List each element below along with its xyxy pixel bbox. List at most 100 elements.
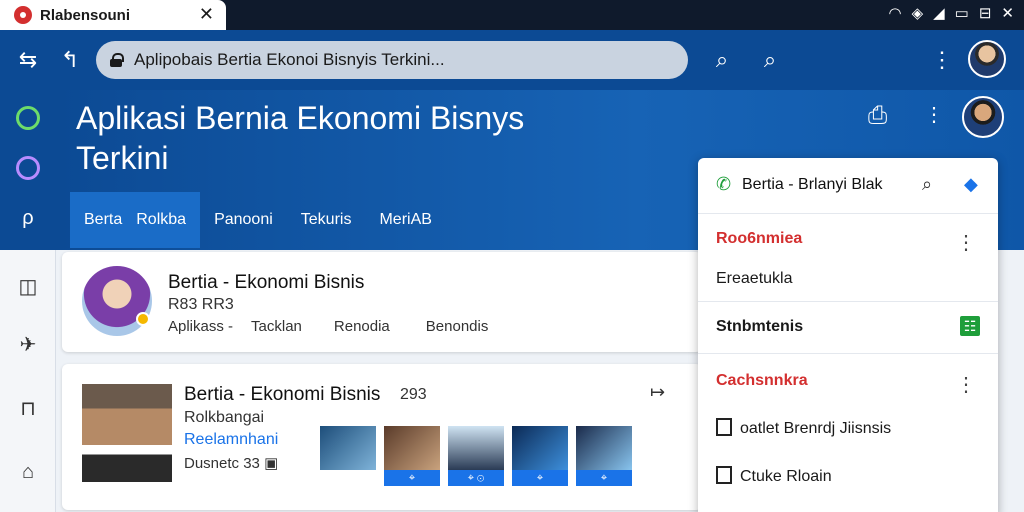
author-photo — [82, 384, 172, 482]
tab-meriab[interactable]: MeriAB — [365, 192, 445, 248]
profile-avatar[interactable] — [968, 40, 1006, 78]
tab-label: Tekuris — [300, 211, 352, 228]
meta-item[interactable]: Tacklan — [251, 318, 302, 335]
thumbnail[interactable]: ⌖ — [576, 426, 632, 486]
close-icon[interactable]: ✕ — [1001, 4, 1014, 22]
panel-row[interactable]: Cachsnnkra ⋮ oatlet Brenrdj Jiisnsis Ctu… — [698, 354, 998, 512]
thumbnail[interactable]: ⌖ ⊙ — [448, 426, 504, 486]
tab-strip: Rlabensouni ✕ ◠ ◈ ◢ ▭ ⊟ ✕ — [0, 0, 1024, 30]
news-card-2[interactable]: Bertia - Ekonomi Bisnis 293 ↦ Rolkbangai… — [62, 364, 702, 510]
share-icon[interactable]: ⎙ — [868, 102, 887, 130]
card-count: 293 — [400, 386, 427, 403]
tab-tekuris[interactable]: Tekuris — [287, 192, 366, 248]
signal-icon: ◢ — [933, 5, 945, 22]
tab-title: Rlabensouni — [40, 6, 131, 24]
thumbnail-image — [576, 426, 632, 470]
verified-badge-icon — [136, 312, 150, 326]
tab-label: Rolkba — [136, 211, 187, 228]
browser-toolbar: ⇆ ↰ Aplipobais Bertia Ekonoi Bisnyis Ter… — [0, 30, 1024, 90]
forward-arrow-icon[interactable]: ↦ — [650, 382, 665, 403]
tab-label: MeriAB — [379, 211, 432, 228]
thumbnail-strip: ⌖ ⌖ ⊙ ⌖ ⌖ — [320, 426, 632, 486]
home-icon[interactable]: ⌂ — [14, 458, 42, 486]
panel-row[interactable]: Stnbmtenis ☷ — [698, 302, 998, 354]
card-meta: Aplikass - Tacklan Renodia Benondis — [168, 318, 488, 335]
thumbnail-bar: ⌖ — [512, 470, 568, 486]
row-title: Stnbmtenis — [716, 318, 804, 335]
thumbnail-image — [448, 426, 504, 470]
thumbnail[interactable]: ⌖ — [512, 426, 568, 486]
row-item-label: oatlet Brenrdj Jiisnsis — [740, 420, 892, 437]
search-icon[interactable]: ⌕ — [706, 44, 738, 76]
wifi-icon: ◠ — [888, 5, 902, 22]
tab-label: Berta — [84, 211, 123, 228]
battery-icon: ▭ — [954, 5, 969, 22]
bag-icon[interactable]: ⊓ — [14, 394, 42, 422]
row-item[interactable]: oatlet Brenrdj Jiisnsis — [716, 418, 891, 438]
panel-row[interactable]: Roo6nmiea ⋮ Ereaetukla — [698, 214, 998, 302]
person-icon[interactable]: ◆ — [964, 174, 978, 195]
dropdown-panel: ✆ Bertia - Brlanyi Blak ⌕ ◆ Roo6nmiea ⋮ … — [698, 158, 998, 512]
thumbnail-image — [384, 426, 440, 470]
panel-header: ✆ Bertia - Brlanyi Blak ⌕ ◆ — [698, 158, 998, 214]
card-title: Bertia - Ekonomi Bisnis — [184, 384, 381, 405]
row-menu-icon[interactable]: ⋮ — [956, 230, 976, 255]
tab-panooni[interactable]: Panooni — [200, 192, 287, 248]
close-tab-icon[interactable]: ✕ — [199, 4, 214, 25]
lock-icon — [110, 53, 124, 67]
bookmark-icon — [716, 466, 732, 484]
thumbnail-bar: ⌖ ⊙ — [448, 470, 504, 486]
system-tray: ◠ ◈ ◢ ▭ ⊟ ✕ — [888, 4, 1014, 22]
clock-icon[interactable] — [14, 154, 42, 182]
left-rail-top: ρ — [0, 90, 56, 250]
user-avatar[interactable] — [962, 96, 1004, 138]
search-icon-2[interactable]: ⌕ — [754, 44, 786, 76]
thumbnail-image — [512, 426, 568, 470]
window-icon[interactable]: ⊟ — [979, 4, 992, 22]
page-title: Aplikasi Bernia Ekonomi Bisnys Terkini — [76, 100, 525, 176]
thumbnail-image — [320, 426, 376, 470]
meta-item[interactable]: Aplikass - — [168, 318, 233, 335]
row-item-label: Ctuke Rloain — [740, 468, 832, 485]
thumbnail[interactable]: ⌖ — [384, 426, 440, 486]
favicon-icon — [14, 6, 32, 24]
row-title: Roo6nmiea — [716, 230, 803, 247]
card-meta: Dusnetc 33 ▣ — [184, 454, 278, 472]
thumbnail-bar: ⌖ — [384, 470, 440, 486]
browser-tab[interactable]: Rlabensouni ✕ — [0, 0, 226, 30]
pin-icon[interactable]: ρ — [14, 204, 42, 232]
shield-icon: ◈ — [911, 5, 924, 22]
row-title: Cachsnnkra — [716, 372, 808, 389]
card-link[interactable]: Reelamnhani — [184, 431, 278, 449]
flight-icon[interactable]: ✈ — [14, 330, 42, 358]
calendar-icon: ▣ — [264, 455, 279, 472]
row-text: Ereaetukla — [716, 270, 793, 287]
meta-item[interactable]: Renodia — [334, 318, 390, 335]
more-icon[interactable]: ⋮ — [924, 102, 944, 127]
card-subtitle: R83 RR3 — [168, 296, 234, 313]
url-text: Aplipobais Bertia Ekonoi Bisnyis Terkini… — [134, 50, 445, 69]
row-item[interactable]: Ctuke Rloain — [716, 466, 832, 486]
search-icon[interactable]: ⌕ — [922, 174, 932, 195]
reload-icon[interactable]: ↰ — [54, 44, 86, 76]
panel-title: Bertia - Brlanyi Blak — [742, 176, 883, 193]
document-icon — [716, 418, 732, 436]
history-icon[interactable]: ◫ — [14, 272, 42, 300]
card-subtitle: Rolkbangai — [184, 409, 265, 426]
thumbnail-bar: ⌖ — [576, 470, 632, 486]
row-menu-icon[interactable]: ⋮ — [956, 372, 976, 397]
timer-icon[interactable] — [14, 104, 42, 132]
meta-item[interactable]: Benondis — [426, 318, 489, 335]
tab-berta[interactable]: Berta Rolkba — [70, 192, 201, 248]
more-menu-icon[interactable]: ⋮ — [926, 44, 958, 76]
tab-label: Panooni — [214, 211, 273, 228]
news-card[interactable]: Bertia - Ekonomi Bisnis R83 RR3 Aplikass… — [62, 252, 702, 352]
thumbnail[interactable] — [320, 426, 376, 486]
address-bar[interactable]: Aplipobais Bertia Ekonoi Bisnyis Terkini… — [96, 41, 688, 79]
spreadsheet-icon[interactable]: ☷ — [960, 316, 980, 336]
phone-icon: ✆ — [716, 174, 732, 194]
back-icon[interactable]: ⇆ — [12, 44, 44, 76]
left-rail-bottom: ◫ ✈ ⊓ ⌂ — [0, 250, 56, 512]
meta-text: Dusnetc 33 — [184, 455, 260, 472]
tab-bar: Berta Rolkba Panooni Tekuris MeriAB — [70, 192, 446, 248]
